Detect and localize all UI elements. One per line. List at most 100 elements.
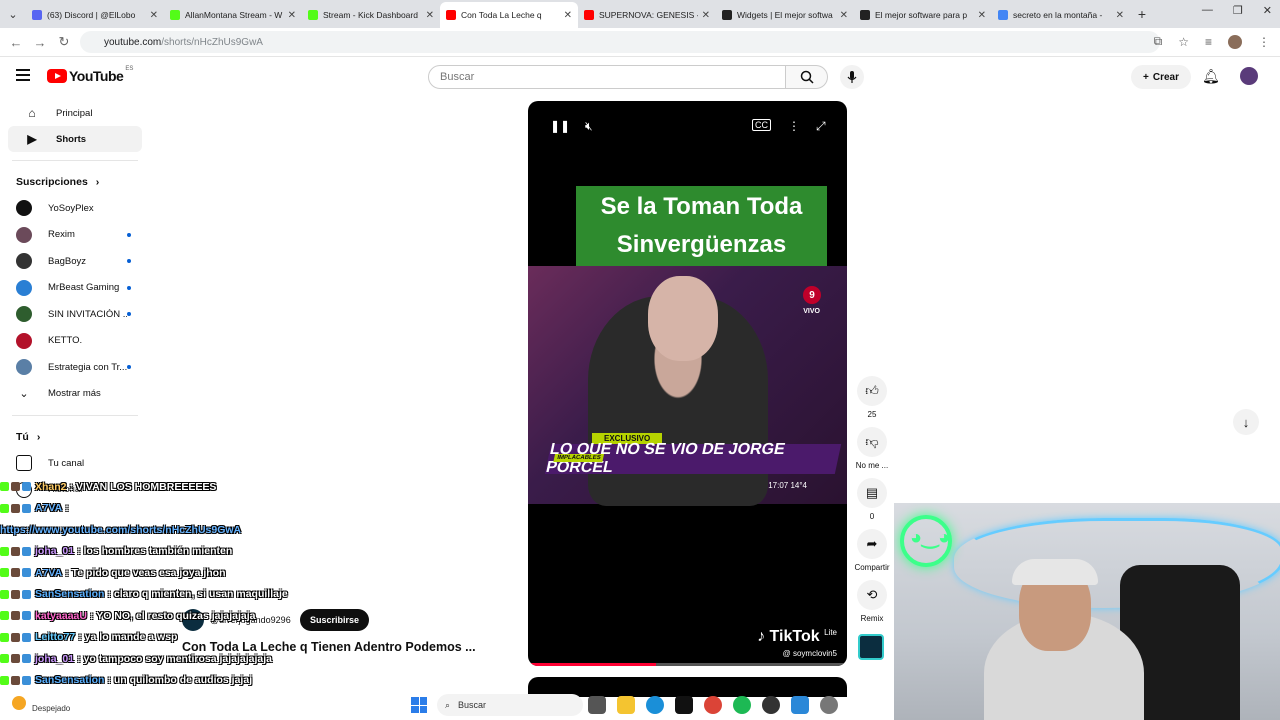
close-tab-icon[interactable]: ✕ — [702, 10, 710, 21]
channel-icon — [16, 455, 32, 472]
app-icon[interactable] — [791, 696, 809, 714]
subscription-item[interactable]: Rexim — [0, 222, 150, 249]
file-explorer-icon[interactable] — [617, 696, 635, 714]
chat-badge-icon — [11, 589, 20, 599]
dislike-button[interactable]: 👎︎ — [857, 427, 887, 457]
bookmark-star-icon[interactable]: ☆ — [1178, 35, 1189, 49]
chat-username: SanSensation — [35, 588, 105, 601]
muted-volume-icon[interactable]: 🔇︎ — [585, 119, 593, 134]
subscriptions-heading[interactable]: Suscripciones › — [0, 169, 150, 195]
close-tab-icon[interactable]: ✕ — [150, 10, 158, 21]
browser-tab[interactable]: secreto en la montaña - ✕ — [992, 2, 1130, 28]
taskbar-search[interactable]: ⌕ Buscar — [437, 694, 583, 716]
close-tab-icon[interactable]: ✕ — [840, 10, 848, 21]
shorts-player[interactable]: ❚❚ 🔇︎ CC ⋮ ⤢ Se la Toman Toda Sinvergüen… — [528, 101, 847, 666]
chat-badge-icon — [22, 503, 31, 513]
caption-line-1: Se la Toman Toda — [600, 193, 803, 220]
notifications-bell-icon[interactable]: 🔔︎ — [1202, 68, 1220, 85]
reload-icon[interactable]: ↻ — [52, 34, 76, 50]
spotify-icon[interactable] — [733, 696, 751, 714]
settings-icon[interactable] — [820, 696, 838, 714]
subscription-item[interactable]: SIN INVITACIÓN ... — [0, 301, 150, 328]
sidebar-item-tu-canal[interactable]: Tu canal — [0, 450, 150, 477]
browser-tab[interactable]: Widgets | El mejor softwa ✕ — [716, 2, 854, 28]
share-button[interactable]: ➦ — [857, 529, 887, 559]
close-tab-icon[interactable]: ✕ — [1116, 10, 1124, 21]
browser-tab[interactable]: Stream - Kick Dashboard ✕ — [302, 2, 440, 28]
back-icon[interactable]: ← — [4, 35, 28, 50]
subscribe-button[interactable]: Suscribirse — [300, 609, 370, 631]
new-content-dot — [127, 259, 131, 264]
menu-icon[interactable] — [16, 69, 30, 81]
closed-captions-icon[interactable]: CC — [752, 119, 771, 131]
arrow-down-icon: ↓ — [1242, 414, 1250, 430]
new-tab-button[interactable]: + — [1130, 6, 1154, 22]
subscription-item[interactable]: BagBoyz — [0, 248, 150, 275]
shorts-icon: ▶ — [27, 132, 37, 146]
url-field[interactable]: youtube.com/shorts/nHcZhUs9GwA — [80, 31, 1160, 53]
show-more-button[interactable]: ⌄ Mostrar más — [0, 381, 150, 408]
you-heading[interactable]: Tú › — [0, 424, 150, 450]
chat-badge-icon — [0, 632, 9, 642]
lower-third: IMPLACABLES LO QUE NO SE VIO DE JORGE PO… — [544, 441, 842, 476]
more-options-icon[interactable]: ⋮ — [788, 119, 800, 133]
youtube-header: YouTube ES Buscar + Crear 🔔︎ — [0, 57, 1280, 97]
task-view-icon[interactable] — [588, 696, 606, 714]
forward-icon[interactable]: → — [28, 35, 52, 50]
media-controls-icon[interactable]: ≡ — [1205, 35, 1212, 49]
search-button[interactable] — [786, 65, 828, 89]
progress-bar[interactable] — [528, 663, 847, 666]
microphone-icon — [847, 71, 857, 83]
remix-button[interactable]: ⟲ — [857, 580, 887, 610]
close-tab-icon[interactable]: ✕ — [978, 10, 986, 21]
close-window-icon[interactable]: ✕ — [1263, 4, 1272, 17]
browser-menu-icon[interactable]: ⋮ — [1258, 35, 1270, 49]
pause-icon[interactable]: ❚❚ — [550, 119, 570, 133]
chat-badge-icon — [11, 611, 20, 621]
close-tab-icon[interactable]: ✕ — [426, 10, 434, 21]
share-icon: ➦ — [866, 536, 878, 551]
chat-text: : los hombres también mienten — [77, 545, 233, 558]
sidebar-item-shorts[interactable]: ▶ Shorts — [8, 126, 142, 152]
youtube-logo[interactable]: YouTube ES — [47, 66, 133, 84]
profile-avatar[interactable] — [1228, 34, 1242, 49]
chevron-right-icon: › — [36, 431, 41, 443]
tab-search-icon[interactable]: ⌄ — [0, 0, 26, 28]
subscription-item[interactable]: MrBeast Gaming — [0, 275, 150, 302]
restore-icon[interactable]: ❐ — [1233, 4, 1243, 17]
chrome-icon[interactable] — [704, 696, 722, 714]
close-tab-icon[interactable]: ✕ — [288, 10, 296, 21]
edge-icon[interactable] — [646, 696, 664, 714]
create-button[interactable]: + Crear — [1131, 65, 1191, 89]
chat-badge-icon — [11, 632, 20, 642]
account-avatar[interactable] — [1240, 67, 1258, 85]
yandex-icon[interactable] — [675, 696, 693, 714]
chat-badge-icon — [11, 482, 20, 492]
channel-avatar — [16, 253, 32, 270]
subscription-item[interactable]: KETTO. — [0, 328, 150, 355]
chat-text: : Te pido que veas esa joya jhon — [65, 566, 226, 579]
channel-thumbnail[interactable] — [858, 634, 884, 660]
sidebar-item-label: Principal — [56, 107, 93, 119]
sidebar-item-principal[interactable]: ⌂ Principal — [8, 100, 142, 126]
browser-tab[interactable]: AllanMontana Stream - W ✕ — [164, 2, 302, 28]
voice-search-button[interactable] — [840, 65, 864, 89]
fullscreen-icon[interactable]: ⤢ — [816, 119, 826, 134]
chat-text: https://www.youtube.com/shorts/nHcZhUs9G… — [0, 523, 242, 536]
subscription-item[interactable]: Estrategia con Tr... — [0, 354, 150, 381]
install-icon[interactable]: ⧉ — [1154, 34, 1163, 49]
browser-tab[interactable]: SUPERNOVA: GENESIS - Y ✕ — [578, 2, 716, 28]
minimize-icon[interactable]: — — [1202, 4, 1213, 17]
browser-tab[interactable]: Con Toda La Leche q ✕ — [440, 2, 578, 28]
comment-count: 0 — [869, 512, 875, 521]
windows-start-icon[interactable] — [411, 697, 427, 713]
comments-button[interactable]: ▤ — [857, 478, 887, 508]
close-tab-icon[interactable]: ✕ — [564, 10, 572, 21]
like-button[interactable]: 👍︎ — [857, 376, 887, 406]
obs-icon[interactable] — [762, 696, 780, 714]
search-input[interactable]: Buscar — [428, 65, 786, 89]
next-video-button[interactable]: ↓ — [1233, 409, 1259, 435]
subscription-item[interactable]: YoSoyPlex — [0, 195, 150, 222]
browser-tab[interactable]: (63) Discord | @ElLobo ✕ — [26, 2, 164, 28]
browser-tab[interactable]: El mejor software para p ✕ — [854, 2, 992, 28]
